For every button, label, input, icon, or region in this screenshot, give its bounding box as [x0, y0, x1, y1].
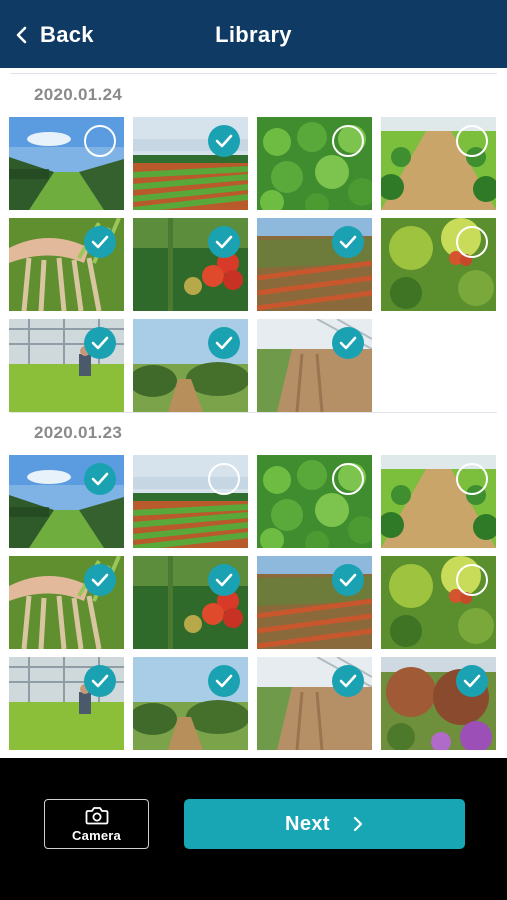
selected-check-icon[interactable] — [208, 564, 240, 596]
photo-thumbnail-hand-with-roots[interactable] — [9, 556, 124, 649]
camera-icon — [85, 806, 108, 824]
photo-thumbnail-leafy-tomato[interactable] — [381, 556, 496, 649]
photo-thumbnail-greenhouse-worker[interactable] — [9, 319, 124, 412]
selected-check-icon[interactable] — [332, 564, 364, 596]
photo-grid — [9, 455, 496, 750]
photo-thumbnail-shrub-rows[interactable] — [133, 319, 248, 412]
section-date: 2020.01.24 — [34, 85, 123, 104]
checkmark-icon — [215, 235, 233, 249]
checkmark-icon — [339, 674, 357, 688]
unselected-circle-icon[interactable] — [208, 463, 240, 495]
photo-thumbnail-hand-with-roots[interactable] — [9, 218, 124, 311]
next-button[interactable]: Next — [184, 799, 465, 849]
photo-thumbnail-lettuce-field-stripes[interactable] — [133, 455, 248, 548]
checkmark-icon — [91, 235, 109, 249]
checkmark-icon — [215, 134, 233, 148]
photo-thumbnail-lettuce-closeup[interactable] — [257, 117, 372, 210]
chevron-right-icon — [353, 816, 363, 832]
unselected-circle-icon[interactable] — [456, 564, 488, 596]
photo-thumbnail-flowering-shrubs[interactable] — [381, 657, 496, 750]
selected-check-icon[interactable] — [456, 665, 488, 697]
selected-check-icon[interactable] — [84, 564, 116, 596]
photo-grid — [9, 117, 496, 412]
photo-thumbnail-leafy-tomato[interactable] — [381, 218, 496, 311]
checkmark-icon — [91, 674, 109, 688]
checkmark-icon — [215, 336, 233, 350]
unselected-circle-icon[interactable] — [84, 125, 116, 157]
photo-thumbnail-greenhouse-worker[interactable] — [9, 657, 124, 750]
photo-thumbnail-tilled-soil[interactable] — [257, 657, 372, 750]
selected-check-icon[interactable] — [84, 463, 116, 495]
unselected-circle-icon[interactable] — [456, 226, 488, 258]
checkmark-icon — [339, 573, 357, 587]
section-date: 2020.01.23 — [34, 423, 123, 442]
selected-check-icon[interactable] — [84, 226, 116, 258]
photo-thumbnail-tomatoes-on-vine[interactable] — [133, 218, 248, 311]
page-title: Library — [215, 22, 292, 47]
checkmark-icon — [215, 674, 233, 688]
selected-check-icon[interactable] — [84, 327, 116, 359]
photo-thumbnail-greenhouse-rows[interactable] — [381, 455, 496, 548]
photo-thumbnail-sorghum-field[interactable] — [257, 556, 372, 649]
next-label: Next — [285, 812, 330, 835]
photo-thumbnail-tomatoes-on-vine[interactable] — [133, 556, 248, 649]
selected-check-icon[interactable] — [208, 327, 240, 359]
photo-thumbnail-tilled-soil[interactable] — [257, 319, 372, 412]
photo-thumbnail-sorghum-field[interactable] — [257, 218, 372, 311]
checkmark-icon — [215, 573, 233, 587]
unselected-circle-icon[interactable] — [456, 125, 488, 157]
top-app-bar: Back Library — [0, 0, 507, 68]
camera-button[interactable]: Camera — [44, 799, 149, 849]
selected-check-icon[interactable] — [332, 327, 364, 359]
checkmark-icon — [91, 336, 109, 350]
photo-thumbnail-shrub-rows[interactable] — [133, 657, 248, 750]
photo-thumbnail-vineyard-rows[interactable] — [9, 117, 124, 210]
checkmark-icon — [339, 235, 357, 249]
photo-library-list[interactable]: 2020.01.24 2020.01.23 — [0, 68, 507, 758]
photo-thumbnail-greenhouse-rows[interactable] — [381, 117, 496, 210]
checkmark-icon — [339, 336, 357, 350]
selected-check-icon[interactable] — [332, 226, 364, 258]
photo-thumbnail-lettuce-field-stripes[interactable] — [133, 117, 248, 210]
divider — [10, 412, 497, 413]
selected-check-icon[interactable] — [208, 226, 240, 258]
camera-label: Camera — [72, 827, 121, 843]
unselected-circle-icon[interactable] — [332, 463, 364, 495]
checkmark-icon — [463, 674, 481, 688]
divider — [10, 73, 497, 74]
selected-check-icon[interactable] — [84, 665, 116, 697]
checkmark-icon — [91, 472, 109, 486]
unselected-circle-icon[interactable] — [332, 125, 364, 157]
unselected-circle-icon[interactable] — [456, 463, 488, 495]
selected-check-icon[interactable] — [208, 125, 240, 157]
photo-thumbnail-vineyard-rows[interactable] — [9, 455, 124, 548]
checkmark-icon — [91, 573, 109, 587]
photo-thumbnail-lettuce-closeup[interactable] — [257, 455, 372, 548]
bottom-action-bar: Camera Next — [0, 758, 507, 900]
selected-check-icon[interactable] — [332, 665, 364, 697]
selected-check-icon[interactable] — [208, 665, 240, 697]
